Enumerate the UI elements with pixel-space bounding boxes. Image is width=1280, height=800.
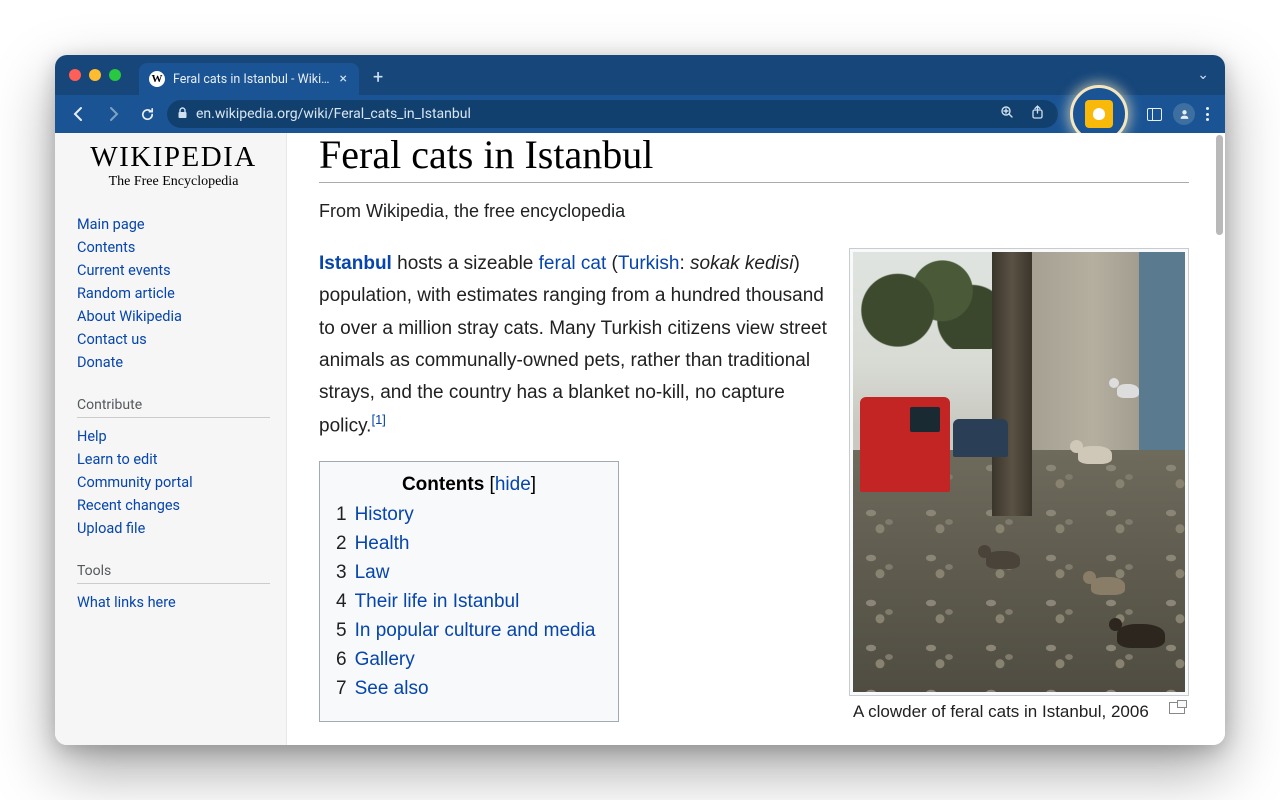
infobox-image: A clowder of feral cats in Istanbul, 200…: [849, 248, 1189, 722]
nav-contribute: Contribute Help Learn to edit Community …: [77, 397, 270, 537]
article-title: Feral cats in Istanbul: [319, 133, 1189, 183]
nav-link[interactable]: Donate: [77, 354, 123, 371]
browser-tab[interactable]: W Feral cats in Istanbul - Wikiped ×: [139, 63, 359, 95]
toc-link[interactable]: Health: [355, 533, 410, 554]
nav-heading: Tools: [77, 563, 270, 584]
nav-link[interactable]: Random article: [77, 285, 175, 302]
wikipedia-sidebar: WIKIPEDIA The Free Encyclopedia Main pag…: [55, 133, 287, 745]
reference-link[interactable]: [1]: [371, 412, 385, 427]
article-subline: From Wikipedia, the free encyclopedia: [319, 201, 1189, 222]
wikipedia-wordmark: WIKIPEDIA: [77, 141, 270, 174]
toc-link[interactable]: See also: [355, 678, 429, 699]
nav-link[interactable]: Learn to edit: [77, 451, 158, 468]
nav-main-list: Main page Contents Current events Random…: [77, 216, 270, 371]
nav-heading: Contribute: [77, 397, 270, 418]
profile-avatar-icon: [1173, 103, 1195, 125]
toc-link[interactable]: Law: [355, 562, 390, 583]
toc-link[interactable]: History: [355, 504, 414, 525]
nav-link[interactable]: Current events: [77, 262, 171, 279]
back-button[interactable]: [65, 100, 93, 128]
nav-main: Main page Contents Current events Random…: [77, 216, 270, 371]
maximize-window-button[interactable]: [109, 69, 121, 81]
chrome-menu-button[interactable]: [1200, 101, 1215, 127]
nav-link[interactable]: Main page: [77, 216, 145, 233]
tab-title: Feral cats in Istanbul - Wikiped: [173, 72, 330, 87]
page-viewport: WIKIPEDIA The Free Encyclopedia Main pag…: [55, 133, 1225, 745]
reload-button[interactable]: [133, 100, 161, 128]
nav-link[interactable]: Contact us: [77, 331, 147, 348]
reload-icon: [140, 107, 155, 122]
toc-link[interactable]: Their life in Istanbul: [355, 591, 520, 612]
tab-close-button[interactable]: ×: [338, 71, 349, 87]
article: Feral cats in Istanbul From Wikipedia, t…: [287, 133, 1225, 745]
toc-list: 1History 2Health 3Law 4Their life in Ist…: [336, 504, 602, 700]
arrow-right-icon: [105, 106, 121, 122]
nav-link[interactable]: Help: [77, 428, 107, 445]
link-feral-cat[interactable]: feral cat: [539, 253, 607, 274]
nav-link[interactable]: Contents: [77, 239, 135, 256]
image-caption: A clowder of feral cats in Istanbul, 200…: [849, 696, 1189, 722]
toc-link[interactable]: Gallery: [355, 649, 415, 670]
toc-hide-link[interactable]: hide: [495, 474, 531, 495]
tab-favicon: W: [149, 71, 165, 87]
nav-link[interactable]: Recent changes: [77, 497, 180, 514]
tab-strip: W Feral cats in Istanbul - Wikiped × + ⌄: [55, 55, 1225, 95]
link-istanbul[interactable]: Istanbul: [319, 253, 392, 274]
browser-toolbar: [55, 95, 1225, 133]
minimize-window-button[interactable]: [89, 69, 101, 81]
link-turkish[interactable]: Turkish: [618, 253, 680, 274]
tabs-dropdown-button[interactable]: ⌄: [1191, 63, 1215, 87]
lock-icon: [177, 107, 188, 122]
wikipedia-logo[interactable]: WIKIPEDIA The Free Encyclopedia: [77, 141, 270, 190]
nav-link[interactable]: What links here: [77, 594, 176, 611]
italic-term: sokak kedisi: [690, 253, 794, 274]
nav-link[interactable]: About Wikipedia: [77, 308, 182, 325]
browser-window: W Feral cats in Istanbul - Wikiped × + ⌄: [55, 55, 1225, 745]
nav-link[interactable]: Upload file: [77, 520, 145, 537]
wikipedia-tagline: The Free Encyclopedia: [77, 174, 270, 190]
keep-extension-icon: [1085, 100, 1113, 128]
nav-link[interactable]: Community portal: [77, 474, 193, 491]
zoom-indicator-icon[interactable]: [996, 105, 1018, 123]
toc-title: Contents [hide]: [336, 474, 602, 496]
lead-paragraph: Istanbul hosts a sizeable feral cat (Tur…: [319, 248, 829, 443]
window-controls: [69, 69, 121, 81]
nav-tools: Tools What links here: [77, 563, 270, 611]
thumbnail-image[interactable]: [853, 252, 1185, 692]
new-tab-button[interactable]: +: [373, 67, 383, 88]
arrow-left-icon: [71, 106, 87, 122]
enlarge-icon[interactable]: [1169, 702, 1185, 714]
url-input[interactable]: [196, 106, 988, 122]
side-panel-button[interactable]: [1140, 100, 1168, 128]
side-panel-icon: [1147, 108, 1162, 121]
profile-button[interactable]: [1170, 100, 1198, 128]
toolbar-right: [1140, 100, 1215, 128]
toc-link[interactable]: In popular culture and media: [355, 620, 596, 641]
address-bar[interactable]: [167, 100, 1058, 128]
table-of-contents: Contents [hide] 1History 2Health 3Law 4T…: [319, 461, 619, 722]
share-button[interactable]: [1026, 105, 1048, 123]
forward-button[interactable]: [99, 100, 127, 128]
close-window-button[interactable]: [69, 69, 81, 81]
